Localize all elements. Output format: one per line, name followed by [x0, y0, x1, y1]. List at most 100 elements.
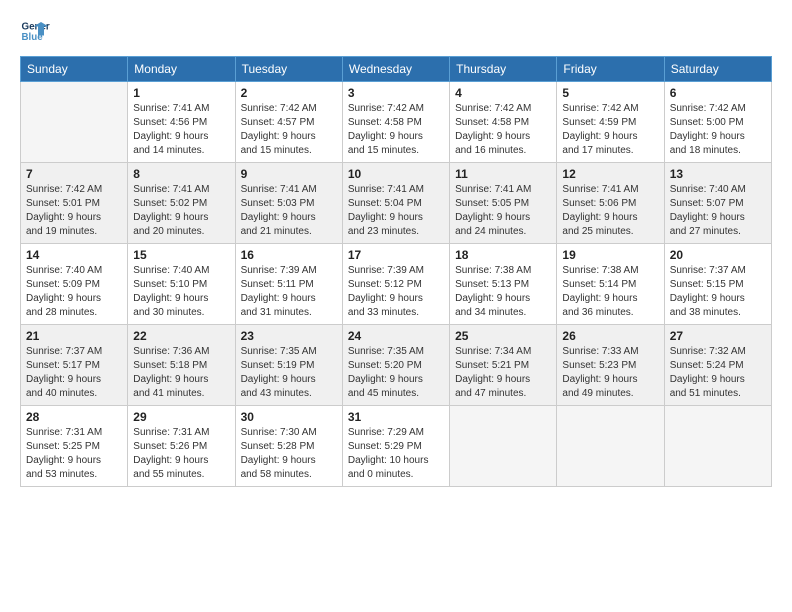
- calendar-cell: 30 Sunrise: 7:30 AMSunset: 5:28 PMDayligh…: [235, 406, 342, 487]
- day-info: Sunrise: 7:35 AMSunset: 5:20 PMDaylight:…: [348, 345, 444, 401]
- calendar-week-5: 28 Sunrise: 7:31 AMSunset: 5:25 PMDayligh…: [21, 406, 772, 487]
- day-number: 7: [26, 167, 122, 181]
- day-number: 25: [455, 329, 551, 343]
- day-info: Sunrise: 7:41 AMSunset: 4:56 PMDaylight:…: [133, 102, 229, 158]
- day-info: Sunrise: 7:31 AMSunset: 5:26 PMDaylight:…: [133, 426, 229, 482]
- calendar-week-4: 21 Sunrise: 7:37 AMSunset: 5:17 PMDayligh…: [21, 325, 772, 406]
- day-info: Sunrise: 7:30 AMSunset: 5:28 PMDaylight:…: [241, 426, 337, 482]
- weekday-thursday: Thursday: [450, 57, 557, 82]
- calendar-cell: 7 Sunrise: 7:42 AMSunset: 5:01 PMDaylight…: [21, 163, 128, 244]
- day-number: 29: [133, 410, 229, 424]
- weekday-sunday: Sunday: [21, 57, 128, 82]
- calendar-cell: 23 Sunrise: 7:35 AMSunset: 5:19 PMDayligh…: [235, 325, 342, 406]
- calendar-week-3: 14 Sunrise: 7:40 AMSunset: 5:09 PMDayligh…: [21, 244, 772, 325]
- day-info: Sunrise: 7:38 AMSunset: 5:14 PMDaylight:…: [562, 264, 658, 320]
- svg-text:General: General: [22, 22, 51, 33]
- day-number: 4: [455, 86, 551, 100]
- calendar-cell: 14 Sunrise: 7:40 AMSunset: 5:09 PMDayligh…: [21, 244, 128, 325]
- day-number: 27: [670, 329, 766, 343]
- calendar-cell: 22Sunrise: 7:36 AMSunset: 5:18 PMDayligh…: [128, 325, 235, 406]
- calendar-cell: 20Sunrise: 7:37 AMSunset: 5:15 PMDayligh…: [664, 244, 771, 325]
- day-info: Sunrise: 7:42 AMSunset: 4:58 PMDaylight:…: [455, 102, 551, 158]
- day-number: 1: [133, 86, 229, 100]
- calendar-cell: 12 Sunrise: 7:41 AMSunset: 5:06 PMDayligh…: [557, 163, 664, 244]
- day-number: 9: [241, 167, 337, 181]
- day-info: Sunrise: 7:37 AMSunset: 5:17 PMDaylight:…: [26, 345, 122, 401]
- calendar-cell: 9 Sunrise: 7:41 AMSunset: 5:03 PMDaylight…: [235, 163, 342, 244]
- day-info: Sunrise: 7:35 AMSunset: 5:19 PMDaylight:…: [241, 345, 337, 401]
- day-number: 24: [348, 329, 444, 343]
- day-info: Sunrise: 7:39 AMSunset: 5:11 PMDaylight:…: [241, 264, 337, 320]
- day-info: Sunrise: 7:42 AMSunset: 5:00 PMDaylight:…: [670, 102, 766, 158]
- page: General Blue SundayMondayTuesdayWednesda…: [0, 0, 792, 497]
- day-number: 31: [348, 410, 444, 424]
- day-info: Sunrise: 7:37 AMSunset: 5:15 PMDaylight:…: [670, 264, 766, 320]
- calendar-cell: 11 Sunrise: 7:41 AMSunset: 5:05 PMDayligh…: [450, 163, 557, 244]
- weekday-tuesday: Tuesday: [235, 57, 342, 82]
- calendar-cell: 10Sunrise: 7:41 AMSunset: 5:04 PMDayligh…: [342, 163, 449, 244]
- calendar-cell: 8 Sunrise: 7:41 AMSunset: 5:02 PMDaylight…: [128, 163, 235, 244]
- day-info: Sunrise: 7:33 AMSunset: 5:23 PMDaylight:…: [562, 345, 658, 401]
- calendar-cell: 29 Sunrise: 7:31 AMSunset: 5:26 PMDayligh…: [128, 406, 235, 487]
- logo: General Blue: [20, 16, 56, 46]
- calendar-cell: 4 Sunrise: 7:42 AMSunset: 4:58 PMDaylight…: [450, 82, 557, 163]
- day-info: Sunrise: 7:29 AMSunset: 5:29 PMDaylight:…: [348, 426, 444, 482]
- day-number: 13: [670, 167, 766, 181]
- day-info: Sunrise: 7:41 AMSunset: 5:02 PMDaylight:…: [133, 183, 229, 239]
- weekday-friday: Friday: [557, 57, 664, 82]
- day-info: Sunrise: 7:40 AMSunset: 5:07 PMDaylight:…: [670, 183, 766, 239]
- day-number: 23: [241, 329, 337, 343]
- calendar-cell: 15Sunrise: 7:40 AMSunset: 5:10 PMDayligh…: [128, 244, 235, 325]
- calendar-cell: 1 Sunrise: 7:41 AMSunset: 4:56 PMDaylight…: [128, 82, 235, 163]
- day-info: Sunrise: 7:31 AMSunset: 5:25 PMDaylight:…: [26, 426, 122, 482]
- day-info: Sunrise: 7:40 AMSunset: 5:10 PMDaylight:…: [133, 264, 229, 320]
- weekday-wednesday: Wednesday: [342, 57, 449, 82]
- header: General Blue: [20, 16, 772, 46]
- day-info: Sunrise: 7:42 AMSunset: 5:01 PMDaylight:…: [26, 183, 122, 239]
- day-number: 28: [26, 410, 122, 424]
- calendar-cell: 13 Sunrise: 7:40 AMSunset: 5:07 PMDayligh…: [664, 163, 771, 244]
- day-info: Sunrise: 7:42 AMSunset: 4:59 PMDaylight:…: [562, 102, 658, 158]
- day-info: Sunrise: 7:41 AMSunset: 5:06 PMDaylight:…: [562, 183, 658, 239]
- calendar-cell: [450, 406, 557, 487]
- day-number: 26: [562, 329, 658, 343]
- day-number: 11: [455, 167, 551, 181]
- day-number: 18: [455, 248, 551, 262]
- calendar-cell: 2 Sunrise: 7:42 AMSunset: 4:57 PMDaylight…: [235, 82, 342, 163]
- calendar-cell: 21 Sunrise: 7:37 AMSunset: 5:17 PMDayligh…: [21, 325, 128, 406]
- weekday-header-row: SundayMondayTuesdayWednesdayThursdayFrid…: [21, 57, 772, 82]
- day-number: 21: [26, 329, 122, 343]
- calendar-table: SundayMondayTuesdayWednesdayThursdayFrid…: [20, 56, 772, 487]
- weekday-saturday: Saturday: [664, 57, 771, 82]
- calendar-cell: 17Sunrise: 7:39 AMSunset: 5:12 PMDayligh…: [342, 244, 449, 325]
- calendar-cell: [557, 406, 664, 487]
- logo-icon: General Blue: [20, 16, 50, 46]
- calendar-cell: 6 Sunrise: 7:42 AMSunset: 5:00 PMDaylight…: [664, 82, 771, 163]
- day-number: 8: [133, 167, 229, 181]
- day-number: 10: [348, 167, 444, 181]
- calendar-cell: 16 Sunrise: 7:39 AMSunset: 5:11 PMDayligh…: [235, 244, 342, 325]
- day-number: 12: [562, 167, 658, 181]
- weekday-monday: Monday: [128, 57, 235, 82]
- day-number: 30: [241, 410, 337, 424]
- day-info: Sunrise: 7:38 AMSunset: 5:13 PMDaylight:…: [455, 264, 551, 320]
- calendar-cell: 19Sunrise: 7:38 AMSunset: 5:14 PMDayligh…: [557, 244, 664, 325]
- calendar-cell: 18 Sunrise: 7:38 AMSunset: 5:13 PMDayligh…: [450, 244, 557, 325]
- day-number: 3: [348, 86, 444, 100]
- day-number: 14: [26, 248, 122, 262]
- calendar-week-1: 1 Sunrise: 7:41 AMSunset: 4:56 PMDaylight…: [21, 82, 772, 163]
- calendar-cell: 28 Sunrise: 7:31 AMSunset: 5:25 PMDayligh…: [21, 406, 128, 487]
- day-number: 6: [670, 86, 766, 100]
- day-number: 2: [241, 86, 337, 100]
- calendar-cell: 24 Sunrise: 7:35 AMSunset: 5:20 PMDayligh…: [342, 325, 449, 406]
- day-info: Sunrise: 7:42 AMSunset: 4:57 PMDaylight:…: [241, 102, 337, 158]
- day-info: Sunrise: 7:41 AMSunset: 5:03 PMDaylight:…: [241, 183, 337, 239]
- calendar-cell: 3 Sunrise: 7:42 AMSunset: 4:58 PMDaylight…: [342, 82, 449, 163]
- day-info: Sunrise: 7:41 AMSunset: 5:05 PMDaylight:…: [455, 183, 551, 239]
- day-info: Sunrise: 7:42 AMSunset: 4:58 PMDaylight:…: [348, 102, 444, 158]
- calendar-cell: 26 Sunrise: 7:33 AMSunset: 5:23 PMDayligh…: [557, 325, 664, 406]
- day-number: 16: [241, 248, 337, 262]
- day-number: 22: [133, 329, 229, 343]
- calendar-cell: [664, 406, 771, 487]
- day-info: Sunrise: 7:40 AMSunset: 5:09 PMDaylight:…: [26, 264, 122, 320]
